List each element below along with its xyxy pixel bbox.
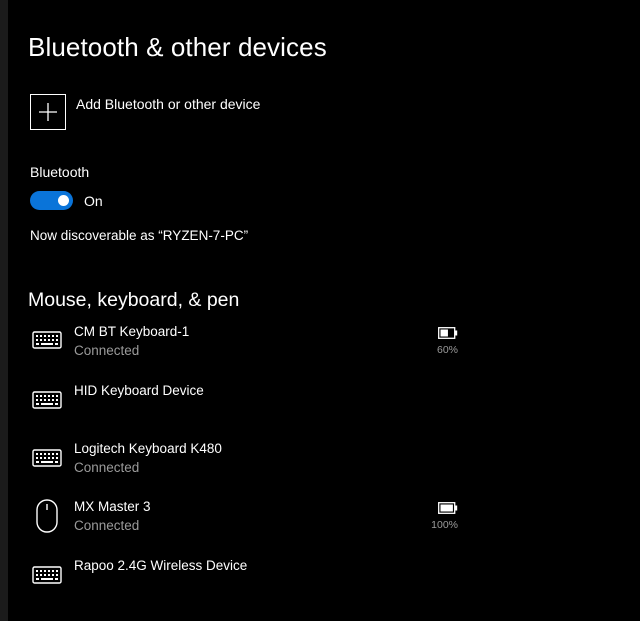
battery-percentage: 100%	[431, 519, 458, 531]
device-item[interactable]: Logitech Keyboard K480 Connected	[30, 441, 470, 485]
keyboard-icon	[30, 441, 64, 475]
device-status: Connected	[74, 460, 140, 475]
keyboard-icon	[30, 383, 64, 417]
plus-icon	[30, 94, 66, 130]
add-device-label: Add Bluetooth or other device	[76, 96, 261, 112]
device-name: MX Master 3	[74, 499, 151, 514]
discoverable-text: Now discoverable as “RYZEN-7-PC”	[30, 228, 249, 243]
bluetooth-toggle-row: On	[30, 191, 103, 210]
bluetooth-toggle-state: On	[84, 192, 103, 209]
device-item[interactable]: HID Keyboard Device	[30, 383, 470, 427]
bluetooth-label: Bluetooth	[30, 164, 90, 180]
mouse-icon	[30, 499, 64, 533]
bluetooth-toggle[interactable]	[30, 191, 73, 210]
battery-icon	[438, 501, 458, 514]
battery-percentage: 60%	[436, 344, 458, 356]
device-status: Connected	[74, 343, 140, 358]
battery-icon	[438, 326, 458, 339]
keyboard-icon	[30, 323, 64, 357]
device-item[interactable]: MX Master 3 Connected 100%	[30, 499, 470, 543]
device-name: CM BT Keyboard-1	[74, 324, 190, 339]
add-device-button[interactable]: Add Bluetooth or other device	[30, 94, 260, 134]
window-left-edge	[0, 0, 8, 621]
device-name: HID Keyboard Device	[74, 383, 204, 398]
device-name: Logitech Keyboard K480	[74, 441, 222, 456]
device-name: Rapoo 2.4G Wireless Device	[74, 558, 248, 573]
battery-fill	[440, 504, 453, 512]
device-item[interactable]: CM BT Keyboard-1 Connected 60%	[30, 324, 470, 368]
toggle-knob	[58, 195, 69, 206]
page-title: Bluetooth & other devices	[28, 32, 327, 62]
section-title: Mouse, keyboard, & pen	[28, 289, 240, 311]
device-item[interactable]: Rapoo 2.4G Wireless Device	[30, 558, 470, 602]
keyboard-icon	[30, 558, 64, 592]
device-status: Connected	[74, 518, 140, 533]
battery-fill	[440, 329, 448, 337]
